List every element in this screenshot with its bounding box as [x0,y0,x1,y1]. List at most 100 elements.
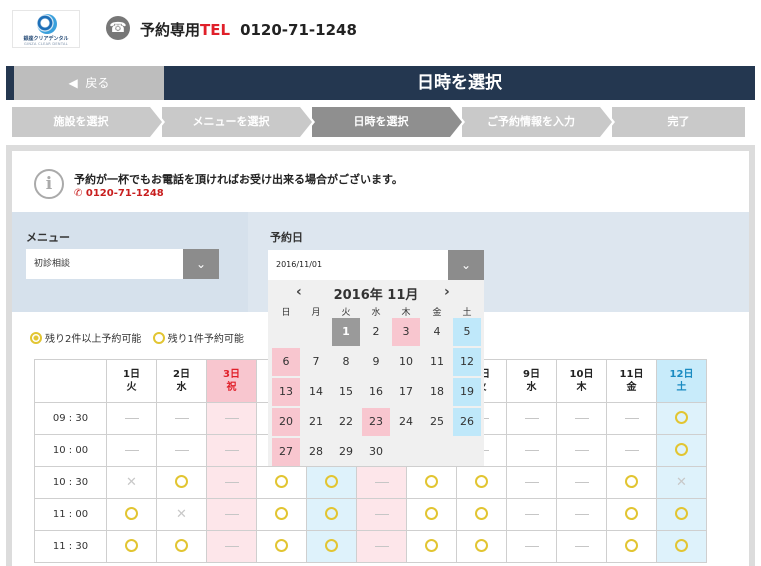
slot-cell[interactable] [156,530,207,563]
dash-icon [574,449,589,451]
calendar-month-title: 2016年 11月 [333,288,419,303]
logo-subtitle: GINZA CLEAR DENTAL [24,42,68,46]
slot-cell[interactable] [306,530,357,563]
circle-icon [275,506,288,520]
calendar-day[interactable]: 9 [362,348,390,376]
slot-cell[interactable] [656,498,707,531]
slot-cell[interactable] [256,530,307,563]
slot-cell[interactable] [456,498,507,531]
table-row: 10 : 30 ✕ ✕ [34,466,707,499]
slot-cell [106,434,157,467]
calendar-day[interactable]: 1 [332,318,360,346]
slot-cell[interactable] [606,498,657,531]
time-slot-label: 11 : 00 [34,498,107,531]
calendar-day[interactable]: 10 [392,348,420,376]
slot-cell[interactable] [656,434,707,467]
circle-icon [625,474,638,488]
step-label: 完了 [667,115,690,128]
calendar-day[interactable]: 25 [423,408,451,436]
slot-cell[interactable] [456,466,507,499]
day-weekday: 祝 [226,382,237,393]
circle-icon [325,538,338,552]
calendar-day[interactable]: 23 [362,408,390,436]
slot-cell[interactable] [106,498,157,531]
calendar-day[interactable]: 22 [332,408,360,436]
calendar-day[interactable]: 20 [272,408,300,436]
calendar-day[interactable]: 2 [362,318,390,346]
time-slot-label: 11 : 30 [34,530,107,563]
slot-cell[interactable] [606,530,657,563]
chevron-down-icon[interactable]: ⌄ [183,249,219,279]
slot-cell[interactable] [256,466,307,499]
day-header: 9日水 [506,359,557,403]
calendar-day[interactable]: 6 [272,348,300,376]
availability-legend: 残り2件以上予約可能 残り1件予約可能 [30,330,252,345]
circle-icon [275,538,288,552]
dash-icon [574,545,589,547]
calendar-day[interactable]: 18 [423,378,451,406]
dash-icon [524,545,539,547]
dash-icon [174,417,189,419]
notice-tel[interactable]: ✆ 0120-71-1248 [74,188,164,199]
slot-cell[interactable] [106,530,157,563]
day-weekday: 水 [176,382,187,393]
calendar-day[interactable]: 19 [453,378,481,406]
calendar-day[interactable]: 12 [453,348,481,376]
weekday-label: 火 [341,308,351,318]
slot-cell[interactable] [656,402,707,435]
tel-red-label: TEL [200,21,231,39]
slot-cell[interactable] [256,498,307,531]
weekday-label: 日 [281,308,291,318]
circle-icon [275,474,288,488]
slot-cell [506,498,557,531]
dash-icon [574,481,589,483]
calendar-day[interactable]: 21 [302,408,330,436]
circle-icon [475,474,488,488]
calendar-day[interactable]: 17 [392,378,420,406]
chevron-down-icon[interactable]: ⌄ [448,250,484,280]
calendar-day[interactable]: 26 [453,408,481,436]
calendar-day[interactable]: 15 [332,378,360,406]
back-button[interactable]: ◀ 戻る [14,66,164,100]
dash-icon [224,545,239,547]
calendar-day[interactable]: 16 [362,378,390,406]
calendar-day[interactable]: 13 [272,378,300,406]
time-slot-label: 10 : 30 [34,466,107,499]
date-select[interactable]: 2016/11/01 ⌄ [268,250,484,280]
step-label: メニューを選択 [192,115,270,128]
slot-cell [206,530,257,563]
calendar-day[interactable]: 24 [392,408,420,436]
slot-cell[interactable] [656,530,707,563]
legend-one: 残り1件予約可能 [167,334,244,345]
slot-cell[interactable] [406,498,457,531]
slot-cell[interactable] [456,530,507,563]
tel-number[interactable]: 0120-71-1248 [240,21,357,39]
dash-icon [624,449,639,451]
slot-cell [206,402,257,435]
slot-cell [556,402,607,435]
step-info: ご予約情報を入力 [462,107,615,137]
calendar-day[interactable]: 8 [332,348,360,376]
calendar-day[interactable]: 27 [272,438,300,466]
clinic-logo[interactable]: 銀座クリアデンタル GINZA CLEAR DENTAL [12,10,80,48]
slot-cell[interactable] [306,498,357,531]
slot-cell [356,530,407,563]
calendar-day[interactable]: 14 [302,378,330,406]
weekday-label: 木 [401,308,411,318]
slot-cell[interactable] [406,466,457,499]
slot-cell[interactable] [306,466,357,499]
calendar-day[interactable]: 28 [302,438,330,466]
calendar-day[interactable]: 4 [423,318,451,346]
slot-cell[interactable] [156,466,207,499]
calendar-day[interactable]: 5 [453,318,481,346]
calendar-day[interactable]: 7 [302,348,330,376]
slot-cell[interactable] [406,530,457,563]
calendar-day[interactable]: 29 [332,438,360,466]
calendar-day[interactable]: 11 [423,348,451,376]
slot-cell[interactable] [606,466,657,499]
menu-select[interactable]: 初診相談 ⌄ [26,249,219,279]
next-month-button[interactable]: › [444,284,450,300]
calendar-day[interactable]: 30 [362,438,390,466]
calendar-day[interactable]: 3 [392,318,420,346]
day-weekday: 金 [626,382,637,393]
